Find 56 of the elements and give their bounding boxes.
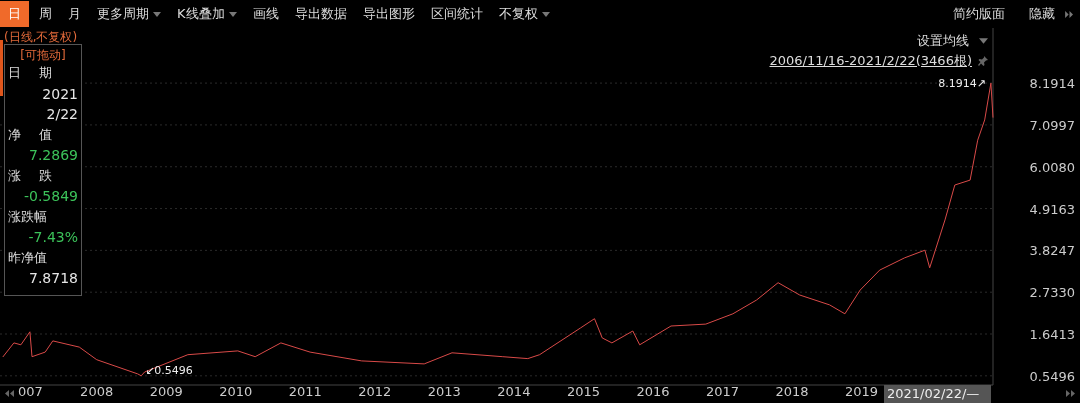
toolbar-button[interactable]: 简约版面	[947, 1, 1011, 27]
cursor-date-label: 2021/02/22/—	[884, 385, 991, 403]
y-axis-label: 1.6413	[1029, 327, 1075, 342]
toolbar-tab[interactable]: 更多周期	[91, 1, 167, 27]
x-axis-label: 2014	[497, 384, 531, 399]
x-axis-label: 2016	[636, 384, 670, 399]
y-axis-label: 0.5496	[1029, 368, 1075, 384]
toolbar-tab[interactable]: 区间统计	[424, 1, 489, 27]
y-axis-label: 3.8247	[1029, 243, 1075, 259]
x-axis-label: 007	[18, 384, 43, 399]
field-label: 涨 跌	[8, 166, 53, 185]
double-arrow-right-icon	[1065, 10, 1074, 18]
y-axis-label: 6.0080	[1029, 159, 1075, 175]
x-axis-label: 2010	[219, 384, 253, 399]
toolbar-tab[interactable]: 导出图形	[356, 1, 421, 27]
y-axis-label: 4.9163	[1029, 201, 1075, 217]
toolbar-tab[interactable]: 导出数据	[288, 1, 353, 27]
field-value: -0.5849	[23, 187, 78, 206]
mode-label: (日线,不复权)	[4, 29, 78, 46]
ma-setting-dropdown[interactable]: 设置均线	[917, 32, 969, 50]
x-axis-label: 2018	[775, 384, 809, 399]
x-axis-label: 2012	[358, 384, 392, 399]
date-range-link[interactable]: 2006/11/16-2021/2/22(3466根)	[769, 52, 972, 70]
field-value: 2021	[42, 84, 78, 104]
toolbar-tab[interactable]: 月	[62, 1, 87, 27]
field-label: 净 值	[8, 125, 53, 144]
x-axis-label: 2017	[705, 384, 740, 399]
x-axis-label: 2015	[566, 384, 600, 399]
toolbar-button[interactable]: 隐藏	[1023, 1, 1061, 27]
price-annotation: ↙0.5496	[145, 363, 193, 377]
toolbar-tab[interactable]: 画线	[246, 1, 285, 27]
double-arrow-left-icon	[5, 390, 14, 397]
toolbar-tab[interactable]: 周	[33, 1, 58, 27]
field-value: 2/22	[46, 105, 78, 124]
price-annotation: 8.1914↗	[938, 77, 986, 91]
pin-icon[interactable]	[978, 56, 988, 66]
toolbar-tab[interactable]: 不复权	[492, 1, 556, 27]
info-panel[interactable]: [可拖动] 日 期 2021 2/22 净 值 7.2869 涨 跌 -0.5849 涨跌幅 -7.43% 昨净值 7.8718	[4, 44, 82, 296]
field-label: 昨净值	[8, 248, 47, 267]
field-value: 7.2869	[29, 146, 78, 165]
y-axis-label: 2.7330	[1029, 285, 1075, 301]
toolbar-tab[interactable]: K线叠加	[171, 1, 243, 27]
caret-icon	[979, 38, 988, 44]
x-axis-label: 2011	[288, 384, 322, 399]
x-axis-label: 2009	[149, 384, 183, 399]
y-axis-label: 7.0997	[1029, 117, 1075, 133]
y-axis-label: 8.1914	[1029, 76, 1075, 92]
field-label: 涨跌幅	[8, 207, 47, 226]
x-axis-label: 2008	[80, 384, 114, 399]
x-axis-label: 2013	[427, 384, 461, 399]
drag-hint: [可拖动]	[20, 47, 66, 63]
x-axis-label: 2019	[845, 384, 879, 399]
field-value: 7.8718	[29, 269, 78, 288]
field-label: 日 期	[8, 64, 53, 82]
field-value: -7.43%	[28, 228, 78, 247]
double-arrow-right-icon	[1066, 390, 1075, 397]
